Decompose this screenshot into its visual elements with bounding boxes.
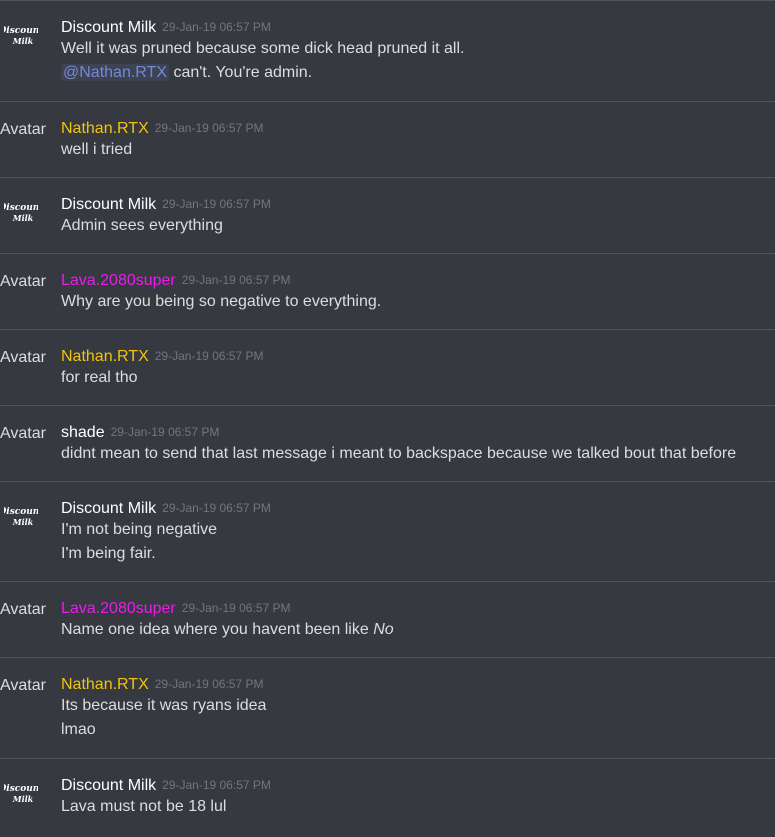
timestamp: 29-Jan-19 06:57 PM [154, 349, 264, 363]
message-content: Lava.2080super 29-Jan-19 06:57 PM Name on… [61, 597, 775, 640]
chat-log: Discount Milk Discount Milk 29-Jan-19 06:… [0, 0, 775, 836]
message-header: Discount Milk 29-Jan-19 06:57 PM [61, 193, 775, 215]
message-content: Discount Milk 29-Jan-19 06:57 PM I'm not … [61, 497, 775, 564]
message-header: Lava.2080super 29-Jan-19 06:57 PM [61, 269, 775, 291]
discount-milk-logo-avatar: Discount Milk [4, 779, 38, 809]
message-text-fragment: Name one idea where you havent been like [61, 621, 374, 638]
message-text: lmao [61, 721, 96, 738]
message-group: Avatar Nathan.RTX 29-Jan-19 06:57 PM Its … [0, 657, 775, 758]
timestamp: 29-Jan-19 06:57 PM [154, 677, 264, 691]
message-text: Why are you being so negative to everyth… [61, 293, 382, 310]
message-content: Nathan.RTX 29-Jan-19 06:57 PM for real th… [61, 345, 775, 388]
svg-text:Milk: Milk [12, 794, 34, 804]
message-content: Nathan.RTX 29-Jan-19 06:57 PM well i trie… [61, 117, 775, 160]
svg-text:Discount: Discount [4, 784, 38, 794]
author-name[interactable]: Discount Milk [61, 500, 156, 517]
svg-text:Milk: Milk [12, 36, 34, 46]
message-group: Avatar Nathan.RTX 29-Jan-19 06:57 PM for … [0, 329, 775, 405]
message-text: I'm not being negative [61, 521, 218, 538]
svg-text:Discount: Discount [4, 26, 38, 36]
message-text: Name one idea where you havent been like… [61, 620, 775, 640]
svg-text:Discount: Discount [4, 203, 38, 213]
message-header: Discount Milk 29-Jan-19 06:57 PM [61, 497, 775, 519]
discount-milk-logo-avatar: Discount Milk [4, 21, 38, 51]
message-content: Discount Milk 29-Jan-19 06:57 PM Admin se… [61, 193, 775, 236]
message-header: Nathan.RTX 29-Jan-19 06:57 PM [61, 345, 775, 367]
discount-milk-logo-avatar: Discount Milk [4, 198, 38, 228]
svg-text:Discount: Discount [4, 507, 38, 517]
message-text: well i tried [61, 141, 133, 158]
timestamp: 29-Jan-19 06:57 PM [162, 778, 271, 792]
timestamp: 29-Jan-19 06:57 PM [162, 197, 271, 211]
message-text: for real tho [61, 369, 138, 386]
avatar-placeholder: Avatar [0, 121, 46, 138]
message-text: didnt mean to send that last message i m… [61, 445, 737, 462]
message-content: Discount Milk 29-Jan-19 06:57 PM Well it … [61, 16, 775, 83]
message-group: Discount Milk Discount Milk 29-Jan-19 06:… [0, 0, 775, 101]
timestamp: 29-Jan-19 06:57 PM [181, 601, 291, 615]
message-header: Nathan.RTX 29-Jan-19 06:57 PM [61, 117, 775, 139]
message-text: Admin sees everything [61, 217, 223, 234]
message-text: Lava must not be 18 lul [61, 798, 227, 815]
message-header: Lava.2080super 29-Jan-19 06:57 PM [61, 597, 775, 619]
author-name[interactable]: Discount Milk [61, 19, 156, 36]
author-name[interactable]: Discount Milk [61, 777, 156, 794]
avatar-placeholder: Avatar [0, 677, 46, 694]
message-group: Discount Milk Discount Milk 29-Jan-19 06:… [0, 481, 775, 581]
message-group: Avatar shade 29-Jan-19 06:57 PM didnt mea… [0, 405, 775, 481]
message-group: Avatar Lava.2080super 29-Jan-19 06:57 PM … [0, 253, 775, 329]
author-name[interactable]: shade [61, 424, 105, 441]
timestamp: 29-Jan-19 06:57 PM [110, 425, 220, 439]
message-text: Well it was pruned because some dick hea… [61, 40, 465, 57]
timestamp: 29-Jan-19 06:57 PM [154, 121, 264, 135]
timestamp: 29-Jan-19 06:57 PM [162, 20, 271, 34]
user-mention[interactable]: @Nathan.RTX [61, 64, 169, 81]
message-text: @Nathan.RTX can't. You're admin. [61, 63, 775, 83]
message-content: Lava.2080super 29-Jan-19 06:57 PM Why are… [61, 269, 775, 312]
avatar-placeholder: Avatar [0, 273, 46, 290]
message-text: I'm being fair. [61, 545, 156, 562]
message-group: Avatar Lava.2080super 29-Jan-19 06:57 PM … [0, 581, 775, 657]
author-name[interactable]: Discount Milk [61, 196, 156, 213]
message-text: Its because it was ryans idea [61, 697, 267, 714]
message-header: Nathan.RTX 29-Jan-19 06:57 PM [61, 673, 775, 695]
message-text-italic: No [373, 621, 394, 638]
avatar-placeholder: Avatar [0, 425, 46, 442]
message-group: Avatar Nathan.RTX 29-Jan-19 06:57 PM well… [0, 101, 775, 177]
message-header: Discount Milk 29-Jan-19 06:57 PM [61, 16, 775, 38]
svg-text:Milk: Milk [12, 213, 34, 223]
timestamp: 29-Jan-19 06:57 PM [181, 273, 291, 287]
message-group: Discount Milk Discount Milk 29-Jan-19 06:… [0, 177, 775, 253]
avatar-placeholder: Avatar [0, 601, 46, 618]
message-content: Discount Milk 29-Jan-19 06:57 PM Lava mus… [61, 774, 775, 817]
message-content: Nathan.RTX 29-Jan-19 06:57 PM Its because… [61, 673, 775, 740]
author-name[interactable]: Lava.2080super [61, 272, 176, 289]
message-header: shade 29-Jan-19 06:57 PM [61, 421, 775, 443]
message-content: shade 29-Jan-19 06:57 PM didnt mean to se… [61, 421, 775, 464]
author-name[interactable]: Nathan.RTX [61, 676, 149, 693]
message-group: Discount Milk Discount Milk 29-Jan-19 06:… [0, 758, 775, 836]
author-name[interactable]: Lava.2080super [61, 600, 176, 617]
message-text-fragment: can't. You're admin. [169, 64, 313, 81]
discount-milk-logo-avatar: Discount Milk [4, 502, 38, 532]
author-name[interactable]: Nathan.RTX [61, 348, 149, 365]
timestamp: 29-Jan-19 06:57 PM [162, 501, 271, 515]
author-name[interactable]: Nathan.RTX [61, 120, 149, 137]
message-header: Discount Milk 29-Jan-19 06:57 PM [61, 774, 775, 796]
avatar-placeholder: Avatar [0, 349, 46, 366]
svg-text:Milk: Milk [12, 517, 34, 527]
